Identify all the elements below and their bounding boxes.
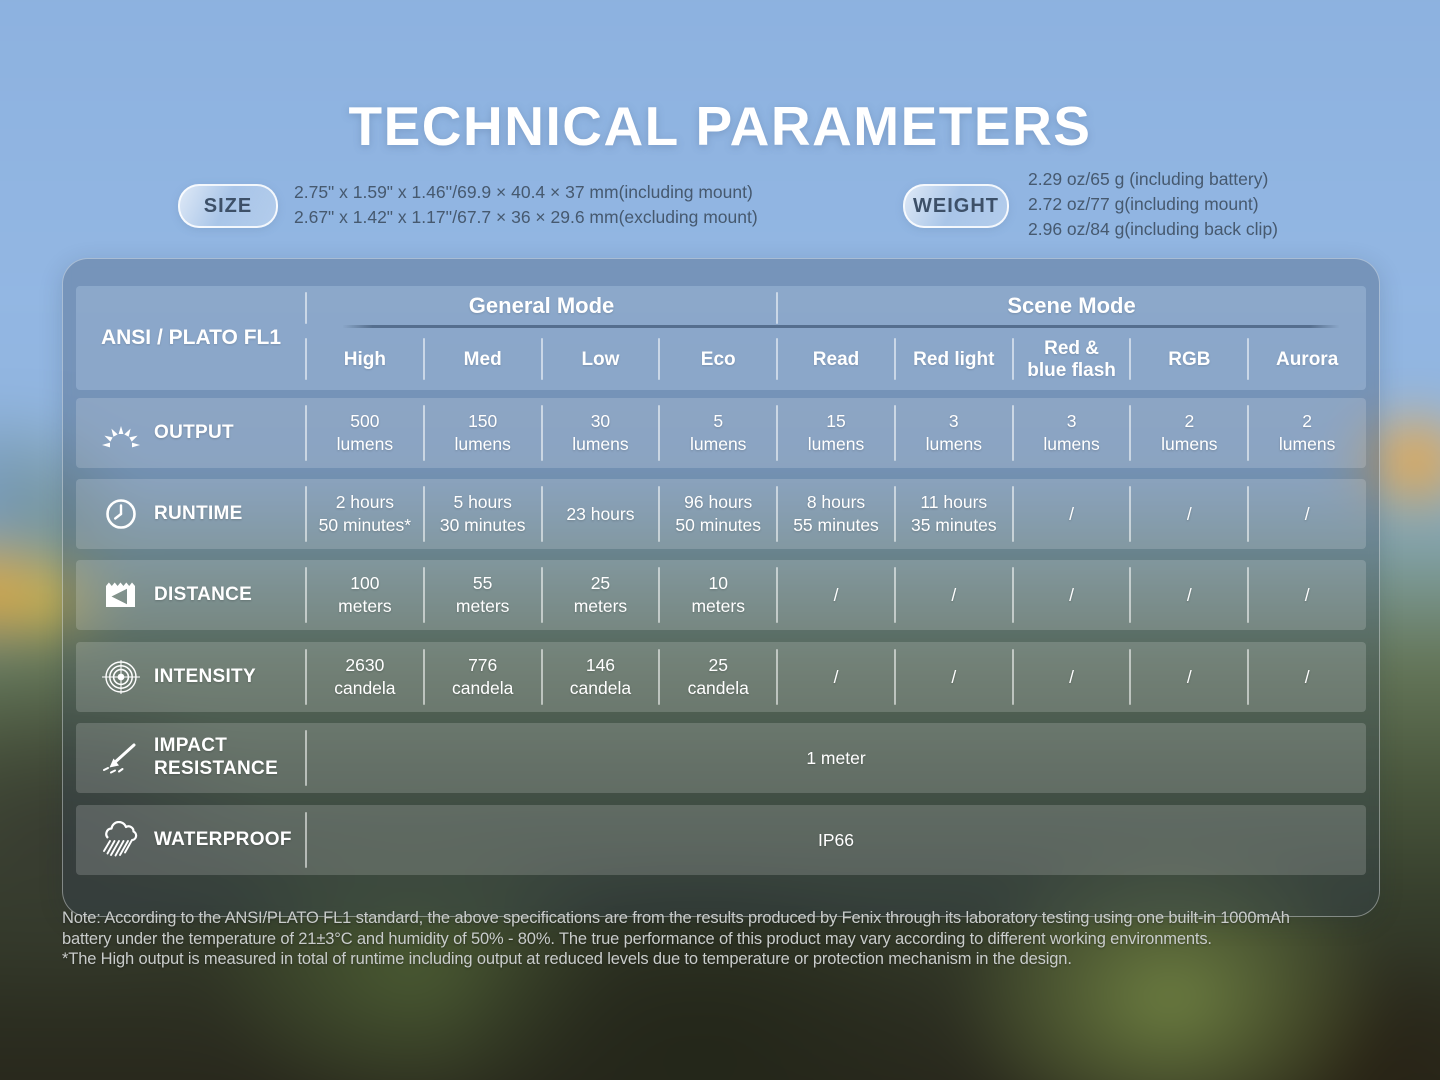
output-icon <box>98 413 144 453</box>
column-header-8: RGB <box>1130 330 1248 390</box>
value-cell: 25 meters <box>542 560 660 630</box>
row-label-text: INTENSITY <box>154 666 256 689</box>
weight-line-3: 2.96 oz/84 g(including back clip) <box>1028 217 1278 242</box>
column-header-5: Read <box>777 330 895 390</box>
value-cell: 500 lumens <box>306 398 424 468</box>
table-row: OUTPUT 500 lumens150 lumens30 lumens5 lum… <box>76 398 1366 468</box>
value-cell: / <box>1130 560 1248 630</box>
full-span-value-cell: 1 meter <box>306 723 1366 793</box>
full-span-value-cell: IP66 <box>306 805 1366 875</box>
row-label-cell: OUTPUT <box>76 398 306 468</box>
row-label-cell: RUNTIME <box>76 479 306 549</box>
row-label-text: IMPACT RESISTANCE <box>154 735 278 781</box>
value-cell: 100 meters <box>306 560 424 630</box>
value-cell: 146 candela <box>542 642 660 712</box>
value-cell: / <box>895 560 1013 630</box>
footnote: Note: According to the ANSI/PLATO FL1 st… <box>62 908 1402 970</box>
column-header-6: Red light <box>895 330 1013 390</box>
value-cell: / <box>1013 642 1131 712</box>
impact-resistance-icon <box>98 738 144 778</box>
value-cell: 3 lumens <box>1013 398 1131 468</box>
mode-divider-line <box>342 325 1340 328</box>
spec-table-inner: ANSI / PLATO FL1 General Mode Scene Mode… <box>76 259 1366 916</box>
value-cell: / <box>777 560 895 630</box>
spec-table-panel: ANSI / PLATO FL1 General Mode Scene Mode… <box>62 258 1380 917</box>
column-header-row: HighMedLowEcoReadRed lightRed & blue fla… <box>306 326 1366 390</box>
value-cell: 776 candela <box>424 642 542 712</box>
value-cell: / <box>1248 642 1366 712</box>
group-general-mode: General Mode <box>306 286 777 326</box>
table-header: ANSI / PLATO FL1 General Mode Scene Mode… <box>76 286 1366 390</box>
footnote-line-2: battery under the temperature of 21±3°C … <box>62 929 1402 950</box>
weight-pill: WEIGHT <box>903 184 1009 228</box>
row-label-text: OUTPUT <box>154 422 234 445</box>
runtime-icon <box>98 494 144 534</box>
table-row: IMPACT RESISTANCE 1 meter <box>76 723 1366 793</box>
corner-label: ANSI / PLATO FL1 <box>76 286 306 390</box>
column-header-2: Med <box>424 330 542 390</box>
value-cell: 15 lumens <box>777 398 895 468</box>
value-cell: 3 lumens <box>895 398 1013 468</box>
size-pill-label: SIZE <box>204 195 252 218</box>
weight-pill-label: WEIGHT <box>913 195 999 218</box>
size-line-1: 2.75" x 1.59" x 1.46''/69.9 × 40.4 × 37 … <box>294 180 758 205</box>
header-right: General Mode Scene Mode HighMedLowEcoRea… <box>306 286 1366 390</box>
value-cell: / <box>1130 479 1248 549</box>
row-label-cell: IMPACT RESISTANCE <box>76 723 306 793</box>
value-cell: / <box>777 642 895 712</box>
value-cell: 2630 candela <box>306 642 424 712</box>
size-spec-text: 2.75" x 1.59" x 1.46''/69.9 × 40.4 × 37 … <box>294 180 758 230</box>
weight-spec-text: 2.29 oz/65 g (including battery) 2.72 oz… <box>1028 167 1278 242</box>
column-header-1: High <box>306 330 424 390</box>
row-label-cell: DISTANCE <box>76 560 306 630</box>
value-cell: 10 meters <box>659 560 777 630</box>
footnote-line-1: Note: According to the ANSI/PLATO FL1 st… <box>62 908 1402 929</box>
value-cell: 2 lumens <box>1130 398 1248 468</box>
column-header-9: Aurora <box>1248 330 1366 390</box>
column-header-7: Red & blue flash <box>1013 330 1131 390</box>
table-row: INTENSITY 2630 candela776 candela146 cand… <box>76 642 1366 712</box>
value-cell: 55 meters <box>424 560 542 630</box>
row-label-text: DISTANCE <box>154 584 252 607</box>
value-cell: 30 lumens <box>542 398 660 468</box>
group-scene-mode: Scene Mode <box>777 286 1366 326</box>
row-label-cell: INTENSITY <box>76 642 306 712</box>
value-cell: 2 lumens <box>1248 398 1366 468</box>
value-cell: 23 hours <box>542 479 660 549</box>
value-cell: 25 candela <box>659 642 777 712</box>
value-cell: 11 hours 35 minutes <box>895 479 1013 549</box>
waterproof-icon <box>98 820 144 860</box>
value-cell: 5 hours 30 minutes <box>424 479 542 549</box>
row-label-text: WATERPROOF <box>154 829 292 852</box>
value-cell: 8 hours 55 minutes <box>777 479 895 549</box>
intensity-icon <box>98 657 144 697</box>
weight-line-1: 2.29 oz/65 g (including battery) <box>1028 167 1278 192</box>
row-label-cell: WATERPROOF <box>76 805 306 875</box>
distance-icon <box>98 575 144 615</box>
value-cell: / <box>1130 642 1248 712</box>
value-cell: 5 lumens <box>659 398 777 468</box>
column-header-4: Eco <box>659 330 777 390</box>
value-cell: / <box>895 642 1013 712</box>
page-title: TECHNICAL PARAMETERS <box>0 94 1440 158</box>
value-cell: / <box>1013 560 1131 630</box>
table-row: RUNTIME 2 hours 50 minutes*5 hours 30 min… <box>76 479 1366 549</box>
value-cell: 2 hours 50 minutes* <box>306 479 424 549</box>
mode-row: General Mode Scene Mode <box>306 286 1366 326</box>
row-label-text: RUNTIME <box>154 503 243 526</box>
footnote-line-3: *The High output is measured in total of… <box>62 949 1402 970</box>
value-cell: 96 hours 50 minutes <box>659 479 777 549</box>
table-row: DISTANCE 100 meters55 meters25 meters10 m… <box>76 560 1366 630</box>
value-cell: / <box>1248 560 1366 630</box>
weight-line-2: 2.72 oz/77 g(including mount) <box>1028 192 1278 217</box>
value-cell: / <box>1248 479 1366 549</box>
column-header-3: Low <box>542 330 660 390</box>
value-cell: / <box>1013 479 1131 549</box>
size-pill: SIZE <box>178 184 278 228</box>
value-cell: 150 lumens <box>424 398 542 468</box>
table-row: WATERPROOF IP66 <box>76 805 1366 875</box>
size-line-2: 2.67" x 1.42" x 1.17''/67.7 × 36 × 29.6 … <box>294 205 758 230</box>
